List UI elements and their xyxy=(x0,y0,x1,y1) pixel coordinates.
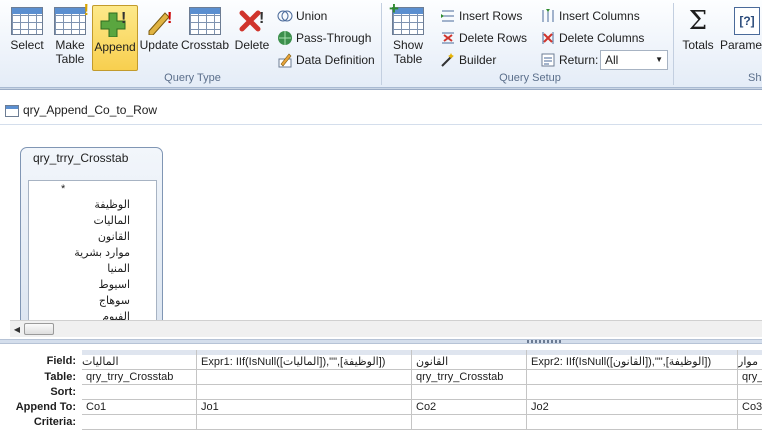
make-table-button[interactable]: ! Make Table xyxy=(50,3,90,70)
return-control: Return: xyxy=(540,50,598,70)
row-label-sort: Sort: xyxy=(50,386,76,398)
row-label-table: Table: xyxy=(44,371,76,383)
builder-button[interactable]: Builder xyxy=(440,50,496,70)
delete-query-button[interactable]: ! Delete xyxy=(232,4,272,70)
grid-cell-append-to[interactable]: Co1 xyxy=(82,400,197,415)
show-hide-group-label: Sh xyxy=(748,72,762,84)
update-query-icon: ! xyxy=(143,7,175,36)
union-button[interactable]: Union xyxy=(277,6,327,26)
crosstab-query-icon xyxy=(189,7,221,35)
grid-cell-field[interactable]: Expr1: IIf(IsNull([الماليات]),"",[الوظيف… xyxy=(197,355,412,370)
show-table-button[interactable]: + Show Table xyxy=(387,0,429,70)
parameters-button[interactable]: [?] Paramet xyxy=(720,4,762,70)
grid-cell-sort[interactable] xyxy=(412,385,527,400)
append-query-icon: ! xyxy=(99,9,131,38)
grid-cell-field[interactable]: Expr2: IIf(IsNull([القانون]),"",[الوظيفة… xyxy=(527,355,738,370)
grid-cell-append-to[interactable]: Jo2 xyxy=(527,400,738,415)
delete-columns-icon xyxy=(540,30,556,46)
scroll-left-icon[interactable]: ◀ xyxy=(11,323,23,336)
delete-query-icon: ! xyxy=(236,7,268,35)
grid-cell-table[interactable]: qry_trry_Crosstab xyxy=(738,370,762,385)
horizontal-scrollbar[interactable]: ◀ xyxy=(10,320,762,337)
insert-columns-icon xyxy=(540,8,556,24)
query-design-upper-pane: qry_Append_Co_to_Row qry_trry_Crosstab *… xyxy=(0,89,762,339)
select-query-icon xyxy=(11,7,43,35)
field-list-title: qry_trry_Crosstab xyxy=(33,151,129,165)
grid-cell-table[interactable]: qry_trry_Crosstab xyxy=(82,370,197,385)
insert-rows-button[interactable]: Insert Rows xyxy=(440,6,522,26)
insert-rows-icon xyxy=(440,8,456,24)
grid-cell-sort[interactable] xyxy=(82,385,197,400)
scrollbar-thumb[interactable] xyxy=(24,323,54,335)
grid-cell-sort[interactable] xyxy=(527,385,738,400)
delete-rows-icon xyxy=(440,30,456,46)
field-list-item[interactable]: الماليات xyxy=(29,213,156,229)
grid-cell-field[interactable]: الماليات xyxy=(82,355,197,370)
query-type-group-label: Query Type xyxy=(164,72,221,84)
delete-columns-button[interactable]: Delete Columns xyxy=(540,28,644,48)
field-list-item[interactable]: الوظيفة xyxy=(29,197,156,213)
data-definition-icon xyxy=(277,52,293,68)
insert-columns-button[interactable]: Insert Columns xyxy=(540,6,640,26)
field-list-item[interactable]: المنيا xyxy=(29,261,156,277)
append-query-button[interactable]: ! Append xyxy=(92,5,138,71)
grid-cell-field[interactable]: القانون xyxy=(412,355,527,370)
grid-cell-sort[interactable] xyxy=(738,385,762,400)
ribbon: Select ! Make Table ! Append ! Update Cr… xyxy=(0,0,762,88)
query-icon xyxy=(5,104,19,117)
svg-text:!: ! xyxy=(167,10,172,27)
globe-icon xyxy=(277,30,293,46)
document-tab[interactable]: qry_Append_Co_to_Row xyxy=(5,98,157,122)
field-list-table[interactable]: qry_trry_Crosstab * الوظيفة الماليات الق… xyxy=(20,147,163,324)
query-design-grid: Field: Table: Sort: Append To: Criteria:… xyxy=(0,344,762,432)
return-select[interactable]: All ▼ xyxy=(600,50,668,70)
svg-text:!: ! xyxy=(259,10,264,27)
chevron-down-icon[interactable]: ▼ xyxy=(655,51,663,69)
union-icon xyxy=(277,8,293,24)
show-table-icon: + xyxy=(389,0,424,35)
field-list-item[interactable]: القانون xyxy=(29,229,156,245)
group-separator xyxy=(673,3,674,85)
query-setup-group-label: Query Setup xyxy=(499,72,561,84)
field-list-item[interactable]: اسيوط xyxy=(29,277,156,293)
select-query-button[interactable]: Select xyxy=(6,4,48,70)
row-label-field: Field: xyxy=(46,355,76,367)
grid-cell-table[interactable] xyxy=(197,370,412,385)
row-label-criteria: Criteria: xyxy=(33,416,76,428)
update-query-button[interactable]: ! Update xyxy=(139,4,179,70)
splitter-grip[interactable] xyxy=(527,340,563,343)
grid-cell-table[interactable]: qry_trry_Crosstab xyxy=(412,370,527,385)
grid-cell-criteria[interactable] xyxy=(197,415,412,430)
grid-cell-append-to[interactable]: Jo1 xyxy=(197,400,412,415)
crosstab-query-button[interactable]: Crosstab xyxy=(181,4,229,70)
delete-rows-button[interactable]: Delete Rows xyxy=(440,28,527,48)
pass-through-button[interactable]: Pass-Through xyxy=(277,28,371,48)
grid-cell-append-to[interactable]: Co3 xyxy=(738,400,762,415)
grid-cell-table[interactable] xyxy=(527,370,738,385)
row-label-append-to: Append To: xyxy=(15,401,76,413)
data-definition-button[interactable]: Data Definition xyxy=(277,50,375,70)
svg-text:!: ! xyxy=(121,10,126,27)
parameters-icon: [?] xyxy=(734,7,760,35)
field-list-item[interactable]: موارد بشرية xyxy=(29,245,156,261)
grid-cell-criteria[interactable] xyxy=(412,415,527,430)
grid-cell-criteria[interactable] xyxy=(82,415,197,430)
tab-divider xyxy=(0,124,762,125)
group-separator xyxy=(381,3,382,85)
field-list[interactable]: * الوظيفة الماليات القانون موارد بشرية ا… xyxy=(28,180,157,324)
grid-cell-criteria[interactable] xyxy=(527,415,738,430)
make-table-icon: ! xyxy=(54,3,89,35)
field-list-item[interactable]: * xyxy=(29,181,156,197)
grid-cell-sort[interactable] xyxy=(197,385,412,400)
field-list-item[interactable]: سوهاج xyxy=(29,293,156,309)
return-icon xyxy=(540,52,556,68)
grid-cell-criteria[interactable] xyxy=(738,415,762,430)
totals-button[interactable]: Σ Totals xyxy=(679,4,717,70)
grid-cell-field[interactable]: موارد بشرية xyxy=(738,355,762,370)
builder-icon xyxy=(440,52,456,68)
sigma-icon: Σ xyxy=(688,6,708,36)
grid-cell-append-to[interactable]: Co2 xyxy=(412,400,527,415)
